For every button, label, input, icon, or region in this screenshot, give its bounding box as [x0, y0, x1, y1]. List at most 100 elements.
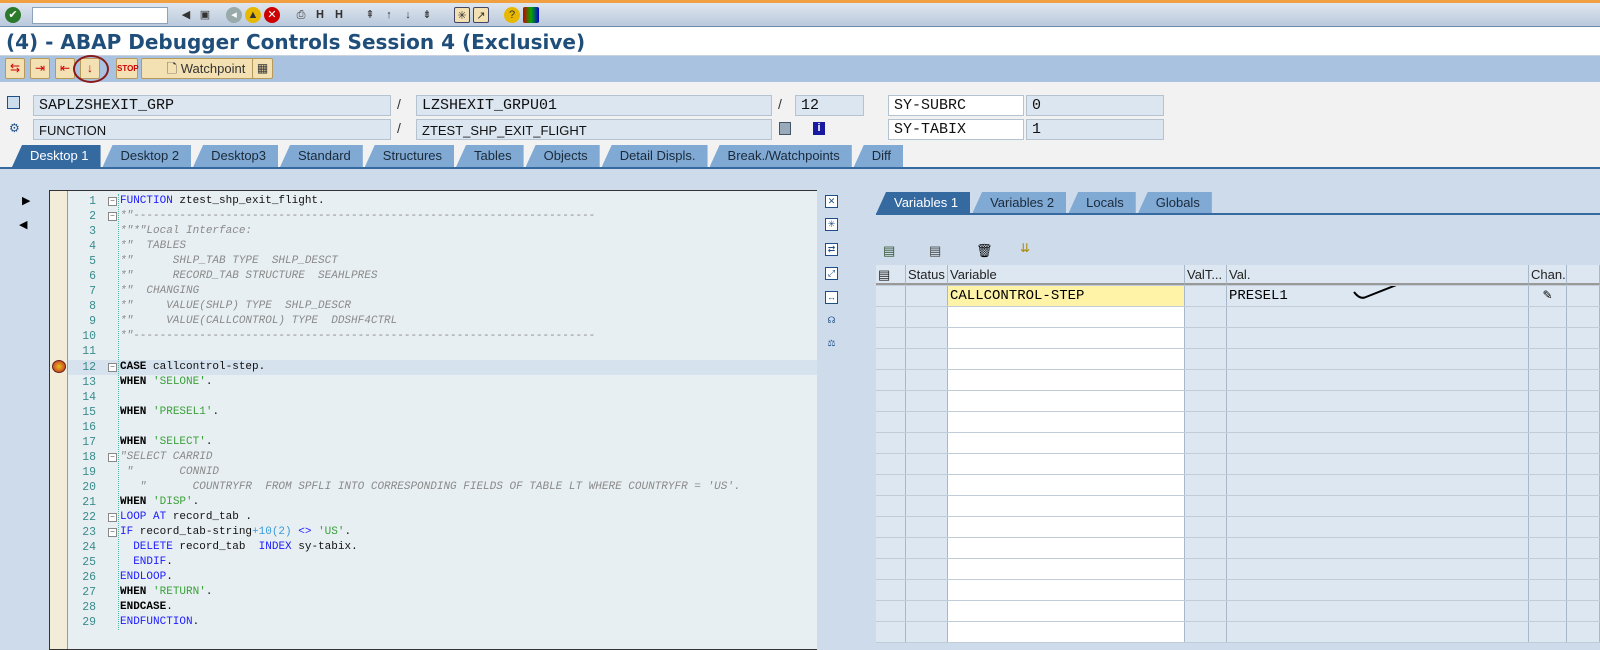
code-line[interactable]: 2 − *"------------------------------------…: [68, 209, 817, 224]
execute-button[interactable]: ⇥: [30, 58, 50, 79]
save-icon[interactable]: ▣: [197, 7, 213, 23]
code-line[interactable]: 9 *" VALUE(CALLCONTROL) TYPE DDSHF4CTRL: [68, 314, 817, 329]
grid-cell[interactable]: [948, 475, 1185, 495]
code-line[interactable]: 25 ENDIF.: [68, 555, 817, 570]
grid-cell[interactable]: [948, 328, 1185, 348]
tab-standard[interactable]: Standard: [280, 145, 363, 167]
navigate-icon[interactable]: [779, 122, 791, 135]
grid-cell[interactable]: [948, 307, 1185, 327]
code-line[interactable]: 4 *" TABLES: [68, 239, 817, 254]
code-line[interactable]: 6 *" RECORD_TAB STRUCTURE SEAHLPRES: [68, 269, 817, 284]
table-row[interactable]: [876, 370, 1600, 391]
grid-cell[interactable]: [948, 433, 1185, 453]
services-icon[interactable]: ☊: [825, 315, 838, 328]
table-row[interactable]: [876, 412, 1600, 433]
swap-icon[interactable]: ↔: [825, 291, 838, 304]
table-row[interactable]: [876, 559, 1600, 580]
code-line[interactable]: 17 WHEN 'SELECT'.: [68, 435, 817, 450]
code-line[interactable]: 11: [68, 344, 817, 359]
table-row[interactable]: [876, 601, 1600, 622]
table-row[interactable]: [876, 391, 1600, 412]
code-line[interactable]: 7 *" CHANGING: [68, 284, 817, 299]
last-page-icon[interactable]: ⇟: [419, 7, 435, 23]
back-icon[interactable]: ◀: [178, 7, 194, 23]
grid-cell[interactable]: [948, 538, 1185, 558]
column-header-value[interactable]: Val.: [1227, 265, 1529, 285]
table-row[interactable]: [876, 517, 1600, 538]
layout-icon[interactable]: ▦: [252, 58, 273, 79]
code-line[interactable]: 19 " CONNID: [68, 465, 817, 480]
table-row[interactable]: [876, 496, 1600, 517]
grid-cell[interactable]: [948, 370, 1185, 390]
code-line[interactable]: 21 WHEN 'DISP'.: [68, 495, 817, 510]
code-line[interactable]: 8 *" VALUE(SHLP) TYPE SHLP_DESCR: [68, 299, 817, 314]
expand-right-icon[interactable]: ▶: [22, 194, 30, 207]
edit-pencil-icon[interactable]: ✎: [1529, 286, 1567, 306]
help-icon[interactable]: ?: [504, 7, 520, 23]
code-line[interactable]: 29 ENDFUNCTION.: [68, 615, 817, 630]
grid-cell[interactable]: [948, 580, 1185, 600]
column-header-change[interactable]: Chan...: [1529, 265, 1567, 285]
column-header-valtype[interactable]: ValT...: [1185, 265, 1227, 285]
fold-toggle-icon[interactable]: −: [108, 212, 117, 222]
tab-structures[interactable]: Structures: [364, 145, 455, 167]
command-field[interactable]: [32, 7, 168, 24]
code-line[interactable]: 10 *"------------------------------------…: [68, 329, 817, 344]
tab-desktop-2[interactable]: Desktop 2: [102, 145, 192, 167]
insert-row-icon[interactable]: ▤: [883, 243, 895, 259]
grid-cell[interactable]: [948, 454, 1185, 474]
fold-toggle-icon[interactable]: −: [108, 512, 117, 522]
tab-diff[interactable]: Diff: [853, 145, 904, 167]
stop-icon[interactable]: STOP: [116, 58, 139, 79]
value-cell[interactable]: PRESEL1: [1227, 286, 1529, 306]
column-header-variable[interactable]: Variable: [948, 265, 1185, 285]
code-line[interactable]: 15 WHEN 'PRESEL1'.: [68, 405, 817, 420]
settings-icon[interactable]: ⚖: [825, 338, 838, 351]
replace-tool-icon[interactable]: ⇄: [825, 243, 838, 256]
next-page-icon[interactable]: ↓: [400, 7, 416, 23]
back-nav-icon[interactable]: ◂: [226, 7, 242, 23]
exit-icon[interactable]: ▲: [245, 7, 261, 23]
fold-toggle-icon[interactable]: −: [108, 528, 117, 538]
code-line[interactable]: 26 ENDLOOP.: [68, 570, 817, 585]
single-step-button[interactable]: ⇆: [5, 58, 25, 79]
tab-locals[interactable]: Locals: [1068, 192, 1136, 214]
return-button[interactable]: ⇤: [55, 58, 75, 79]
table-row[interactable]: [876, 433, 1600, 454]
find-icon[interactable]: 𝐇: [312, 7, 328, 23]
tab-breakpoints[interactable]: Break./Watchpoints: [709, 145, 852, 167]
table-row[interactable]: [876, 328, 1600, 349]
code-line[interactable]: 13 WHEN 'SELONE'.: [68, 375, 817, 390]
close-icon[interactable]: ✕: [825, 195, 838, 208]
tab-desktop-3[interactable]: Desktop3: [193, 145, 279, 167]
prev-page-icon[interactable]: ↑: [381, 7, 397, 23]
fold-toggle-icon[interactable]: −: [108, 452, 117, 462]
tab-variables-1[interactable]: Variables 1: [876, 192, 971, 214]
shortcut-icon[interactable]: ↗: [473, 7, 489, 23]
cancel-icon[interactable]: ✕: [264, 7, 280, 23]
code-line[interactable]: 18 − "SELECT CARRID: [68, 450, 817, 465]
code-line[interactable]: 14: [68, 390, 817, 405]
grid-cell[interactable]: [948, 622, 1185, 642]
grid-cell[interactable]: [948, 391, 1185, 411]
tab-objects[interactable]: Objects: [525, 145, 600, 167]
append-row-icon[interactable]: ▤: [929, 243, 941, 259]
tab-variables-2[interactable]: Variables 2: [972, 192, 1067, 214]
fold-toggle-icon[interactable]: −: [108, 197, 117, 206]
code-line[interactable]: 23 − IF record_tab-string+10(2) <> 'US'.: [68, 525, 817, 540]
new-tool-icon[interactable]: ✳: [825, 218, 838, 231]
select-all-icon[interactable]: ▤: [876, 265, 906, 285]
code-line[interactable]: 3 *"*"Local Interface:: [68, 224, 817, 239]
info-icon[interactable]: i: [813, 122, 825, 135]
table-row[interactable]: [876, 538, 1600, 559]
print-icon[interactable]: ⎙: [293, 7, 309, 23]
tab-desktop-1[interactable]: Desktop 1: [12, 145, 101, 167]
table-row[interactable]: [876, 454, 1600, 475]
code-line[interactable]: 24 DELETE record_tab INDEX sy-tabix.: [68, 540, 817, 555]
row-selector[interactable]: [876, 286, 906, 306]
grid-cell[interactable]: [948, 496, 1185, 516]
first-page-icon[interactable]: ⇞: [362, 7, 378, 23]
table-row[interactable]: [876, 475, 1600, 496]
table-row[interactable]: CALLCONTROL-STEP PRESEL1 ✎: [876, 286, 1600, 307]
expand-left-icon[interactable]: ◀: [19, 218, 27, 231]
